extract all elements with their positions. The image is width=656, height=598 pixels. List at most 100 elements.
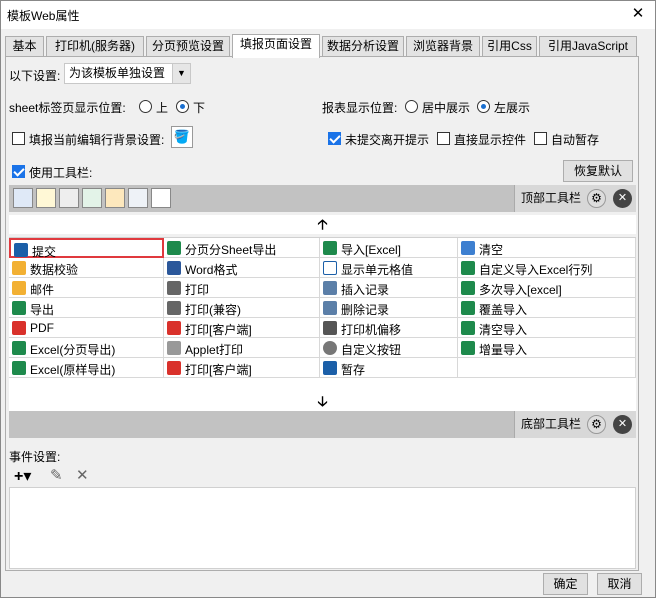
tab-css[interactable]: 引用Css bbox=[482, 36, 537, 57]
top-remove-icon[interactable]: ✕ bbox=[613, 189, 632, 208]
grid-item-word[interactable]: Word格式 bbox=[164, 258, 320, 278]
grid-item-print-compat[interactable]: 打印(兼容) bbox=[164, 298, 320, 318]
scope-label: 以下设置: bbox=[9, 69, 61, 83]
direct-ctrl-checkbox[interactable] bbox=[437, 132, 450, 145]
report-left-radio[interactable] bbox=[477, 100, 490, 113]
tab-data-analysis[interactable]: 数据分析设置 bbox=[322, 36, 404, 57]
excel-icon bbox=[12, 341, 26, 355]
excel-icon bbox=[323, 241, 337, 255]
report-pos-label: 报表显示位置: bbox=[322, 101, 398, 115]
fill-bg-checkbox[interactable] bbox=[12, 132, 25, 145]
applet-icon bbox=[167, 341, 181, 355]
bottom-remove-icon[interactable]: ✕ bbox=[613, 415, 632, 434]
pencil-icon bbox=[12, 261, 26, 275]
grid-item-delete-record[interactable]: 删除记录 bbox=[320, 298, 458, 318]
sheet-pos-top-radio[interactable] bbox=[139, 100, 152, 113]
unsubmit-label: 未提交离开提示 bbox=[345, 133, 430, 147]
save-icon bbox=[323, 361, 337, 375]
grid-item-sheet-export[interactable]: 分页分Sheet导出 bbox=[164, 238, 320, 258]
grid-item-export[interactable]: 导出 bbox=[9, 298, 164, 318]
tab-browser-bg[interactable]: 浏览器背景 bbox=[406, 36, 480, 57]
grid-item-submit[interactable]: 提交 bbox=[9, 238, 164, 259]
excel-icon bbox=[461, 321, 475, 335]
grid-item-show-cell[interactable]: 显示单元格值 bbox=[320, 258, 458, 278]
tab-page-preview[interactable]: 分页预览设置 bbox=[146, 36, 230, 57]
report-center-label: 居中展示 bbox=[422, 101, 471, 115]
sheet-pos-bottom-radio[interactable] bbox=[176, 100, 189, 113]
tab-fill-page[interactable]: 填报页面设置 bbox=[232, 34, 320, 58]
unsubmit-checkbox[interactable] bbox=[328, 132, 341, 145]
delete-event-icon[interactable]: ✕ bbox=[76, 466, 89, 484]
grid-item-pdf[interactable]: PDF bbox=[9, 318, 164, 338]
pencil-icon[interactable] bbox=[36, 188, 56, 208]
title-bar: 模板Web属性 ✕ bbox=[1, 1, 655, 29]
mail-icon bbox=[12, 281, 26, 295]
use-toolbar-checkbox[interactable] bbox=[12, 165, 25, 178]
button-grid: 提交 分页分Sheet导出 导入[Excel] 清空 数据校验 Word格式 显… bbox=[9, 237, 636, 392]
grid-item-custom-button[interactable]: 自定义按钮 bbox=[320, 338, 458, 358]
grid-item-temp-save[interactable]: 暂存 bbox=[320, 358, 458, 378]
sheet-pos-top-label: 上 bbox=[156, 101, 169, 115]
top-toolbar-strip: 顶部工具栏 ⚙ ✕ bbox=[9, 185, 636, 212]
sheet-pos-bottom-label: 下 bbox=[193, 101, 206, 115]
grid-item-print-client-2[interactable]: 打印[客户端] bbox=[164, 358, 320, 378]
use-toolbar-label: 使用工具栏: bbox=[29, 166, 93, 180]
grid-item-clear-import[interactable]: 清空导入 bbox=[458, 318, 636, 338]
ok-button[interactable]: 确定 bbox=[543, 573, 588, 595]
edit-event-icon[interactable]: ✎ bbox=[50, 466, 63, 484]
delete-row-icon bbox=[323, 301, 337, 315]
bottom-toolbar-strip: 底部工具栏 ⚙ ✕ bbox=[9, 411, 636, 438]
excel-icon bbox=[461, 341, 475, 355]
restore-default-button[interactable]: 恢复默认 bbox=[563, 160, 633, 182]
scope-select[interactable]: 为该模板单独设置 ▼ bbox=[64, 63, 191, 84]
paint-bucket-icon[interactable]: 🪣 bbox=[171, 126, 193, 148]
move-up-arrow[interactable]: 🡡 bbox=[9, 215, 636, 234]
grid-item-multi-import[interactable]: 多次导入[excel] bbox=[458, 278, 636, 298]
grid-item-empty bbox=[458, 358, 636, 378]
grid-item-validate[interactable]: 数据校验 bbox=[9, 258, 164, 278]
pdf-icon bbox=[167, 361, 181, 375]
offset-icon bbox=[323, 321, 337, 335]
cancel-button[interactable]: 取消 bbox=[597, 573, 642, 595]
event-list[interactable] bbox=[9, 487, 636, 569]
events-label: 事件设置: bbox=[9, 450, 61, 464]
excel-icon bbox=[461, 301, 475, 315]
insert-row-icon[interactable] bbox=[128, 188, 148, 208]
tab-javascript[interactable]: 引用JavaScript bbox=[539, 36, 637, 57]
bottom-gear-icon[interactable]: ⚙ bbox=[587, 415, 606, 434]
grid-item-excel-paged[interactable]: Excel(分页导出) bbox=[9, 338, 164, 358]
excel-icon bbox=[461, 281, 475, 295]
gear-icon bbox=[323, 341, 337, 355]
export-icon[interactable] bbox=[82, 188, 102, 208]
grid-item-print-client[interactable]: 打印[客户端] bbox=[164, 318, 320, 338]
save-icon[interactable] bbox=[13, 188, 33, 208]
blank-icon[interactable] bbox=[151, 188, 171, 208]
grid-item-applet-print[interactable]: Applet打印 bbox=[164, 338, 320, 358]
word-icon bbox=[167, 261, 181, 275]
scope-select-value: 为该模板单独设置 bbox=[69, 66, 166, 80]
grid-item-custom-import[interactable]: 自定义导入Excel行列 bbox=[458, 258, 636, 278]
grid-item-clear[interactable]: 清空 bbox=[458, 238, 636, 258]
grid-item-mail[interactable]: 邮件 bbox=[9, 278, 164, 298]
grid-item-import-excel[interactable]: 导入[Excel] bbox=[320, 238, 458, 258]
print-icon[interactable] bbox=[59, 188, 79, 208]
tab-basic[interactable]: 基本 bbox=[5, 36, 44, 57]
report-center-radio[interactable] bbox=[405, 100, 418, 113]
grid-item-print[interactable]: 打印 bbox=[164, 278, 320, 298]
grid-item-excel-original[interactable]: Excel(原样导出) bbox=[9, 358, 164, 378]
autosave-checkbox[interactable] bbox=[534, 132, 547, 145]
grid-item-insert-record[interactable]: 插入记录 bbox=[320, 278, 458, 298]
move-down-arrow[interactable]: 🡣 bbox=[9, 392, 636, 411]
close-icon[interactable]: ✕ bbox=[629, 5, 647, 23]
pdf-icon bbox=[167, 321, 181, 335]
top-gear-icon[interactable]: ⚙ bbox=[587, 189, 606, 208]
grid-item-incremental-import[interactable]: 增量导入 bbox=[458, 338, 636, 358]
save-icon bbox=[14, 243, 28, 257]
mail-icon[interactable] bbox=[105, 188, 125, 208]
add-event-icon[interactable]: +▾ bbox=[14, 466, 31, 486]
cell-icon bbox=[323, 261, 337, 275]
excel-icon bbox=[12, 361, 26, 375]
grid-item-overwrite-import[interactable]: 覆盖导入 bbox=[458, 298, 636, 318]
grid-item-printer-offset[interactable]: 打印机偏移 bbox=[320, 318, 458, 338]
tab-printer-server[interactable]: 打印机(服务器) bbox=[46, 36, 144, 57]
